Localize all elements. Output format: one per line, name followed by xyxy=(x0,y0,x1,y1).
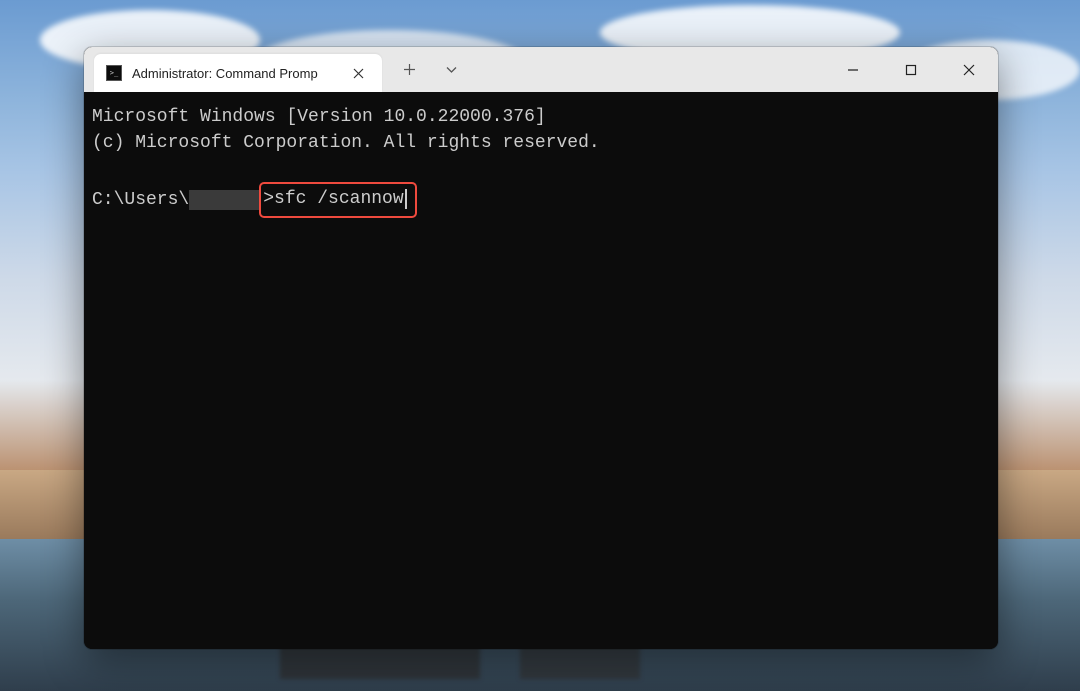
command-highlight: >sfc /scannow xyxy=(259,182,416,218)
titlebar[interactable]: Administrator: Command Promp xyxy=(84,47,998,92)
tab-dropdown-button[interactable] xyxy=(432,54,470,86)
terminal-copyright-line: (c) Microsoft Corporation. All rights re… xyxy=(92,130,990,156)
blank-line xyxy=(92,156,990,182)
terminal-window: Administrator: Command Promp xyxy=(84,47,998,649)
window-controls xyxy=(824,47,998,92)
chevron-down-icon xyxy=(445,63,458,76)
terminal-icon xyxy=(106,65,122,81)
prompt-line: C:\Users\ >sfc /scannow xyxy=(92,182,990,218)
minimize-icon xyxy=(847,64,859,76)
plus-icon xyxy=(403,63,416,76)
close-icon xyxy=(963,64,975,76)
redacted-username xyxy=(189,190,261,210)
new-tab-button[interactable] xyxy=(390,54,428,86)
tab-close-button[interactable] xyxy=(344,59,372,87)
prompt-path: C:\Users\ xyxy=(92,187,189,213)
terminal-output[interactable]: Microsoft Windows [Version 10.0.22000.37… xyxy=(84,92,998,649)
typed-command: sfc /scannow xyxy=(274,186,404,212)
tab-command-prompt[interactable]: Administrator: Command Promp xyxy=(94,54,382,92)
maximize-button[interactable] xyxy=(882,47,940,92)
maximize-icon xyxy=(905,64,917,76)
minimize-button[interactable] xyxy=(824,47,882,92)
text-cursor xyxy=(405,189,407,209)
tab-title: Administrator: Command Promp xyxy=(132,66,344,81)
prompt-arrow: > xyxy=(263,186,274,212)
close-icon xyxy=(353,68,364,79)
desktop-wallpaper: Administrator: Command Promp xyxy=(0,0,1080,691)
close-window-button[interactable] xyxy=(940,47,998,92)
terminal-header-line: Microsoft Windows [Version 10.0.22000.37… xyxy=(92,104,990,130)
tab-actions xyxy=(382,47,470,92)
